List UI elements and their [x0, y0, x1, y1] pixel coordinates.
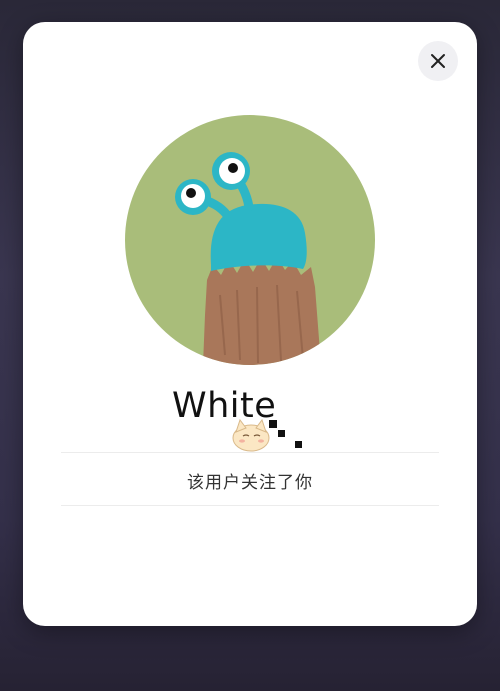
- name-decoration-dot: [278, 430, 285, 437]
- close-icon: [431, 54, 445, 68]
- avatar[interactable]: [125, 115, 375, 365]
- name-decoration-dot: [295, 441, 302, 448]
- follow-status-text: 该用户关注了你: [187, 473, 313, 493]
- name-decoration-dot: [269, 420, 277, 428]
- cat-sticker-icon: [232, 418, 270, 452]
- username-row: White: [23, 384, 477, 452]
- close-button[interactable]: [418, 41, 458, 81]
- cartoon-creature-avatar: [125, 115, 375, 365]
- profile-card: White 该用户关注了你: [23, 22, 477, 626]
- divider-top: [61, 452, 439, 453]
- divider-bottom: [61, 505, 439, 506]
